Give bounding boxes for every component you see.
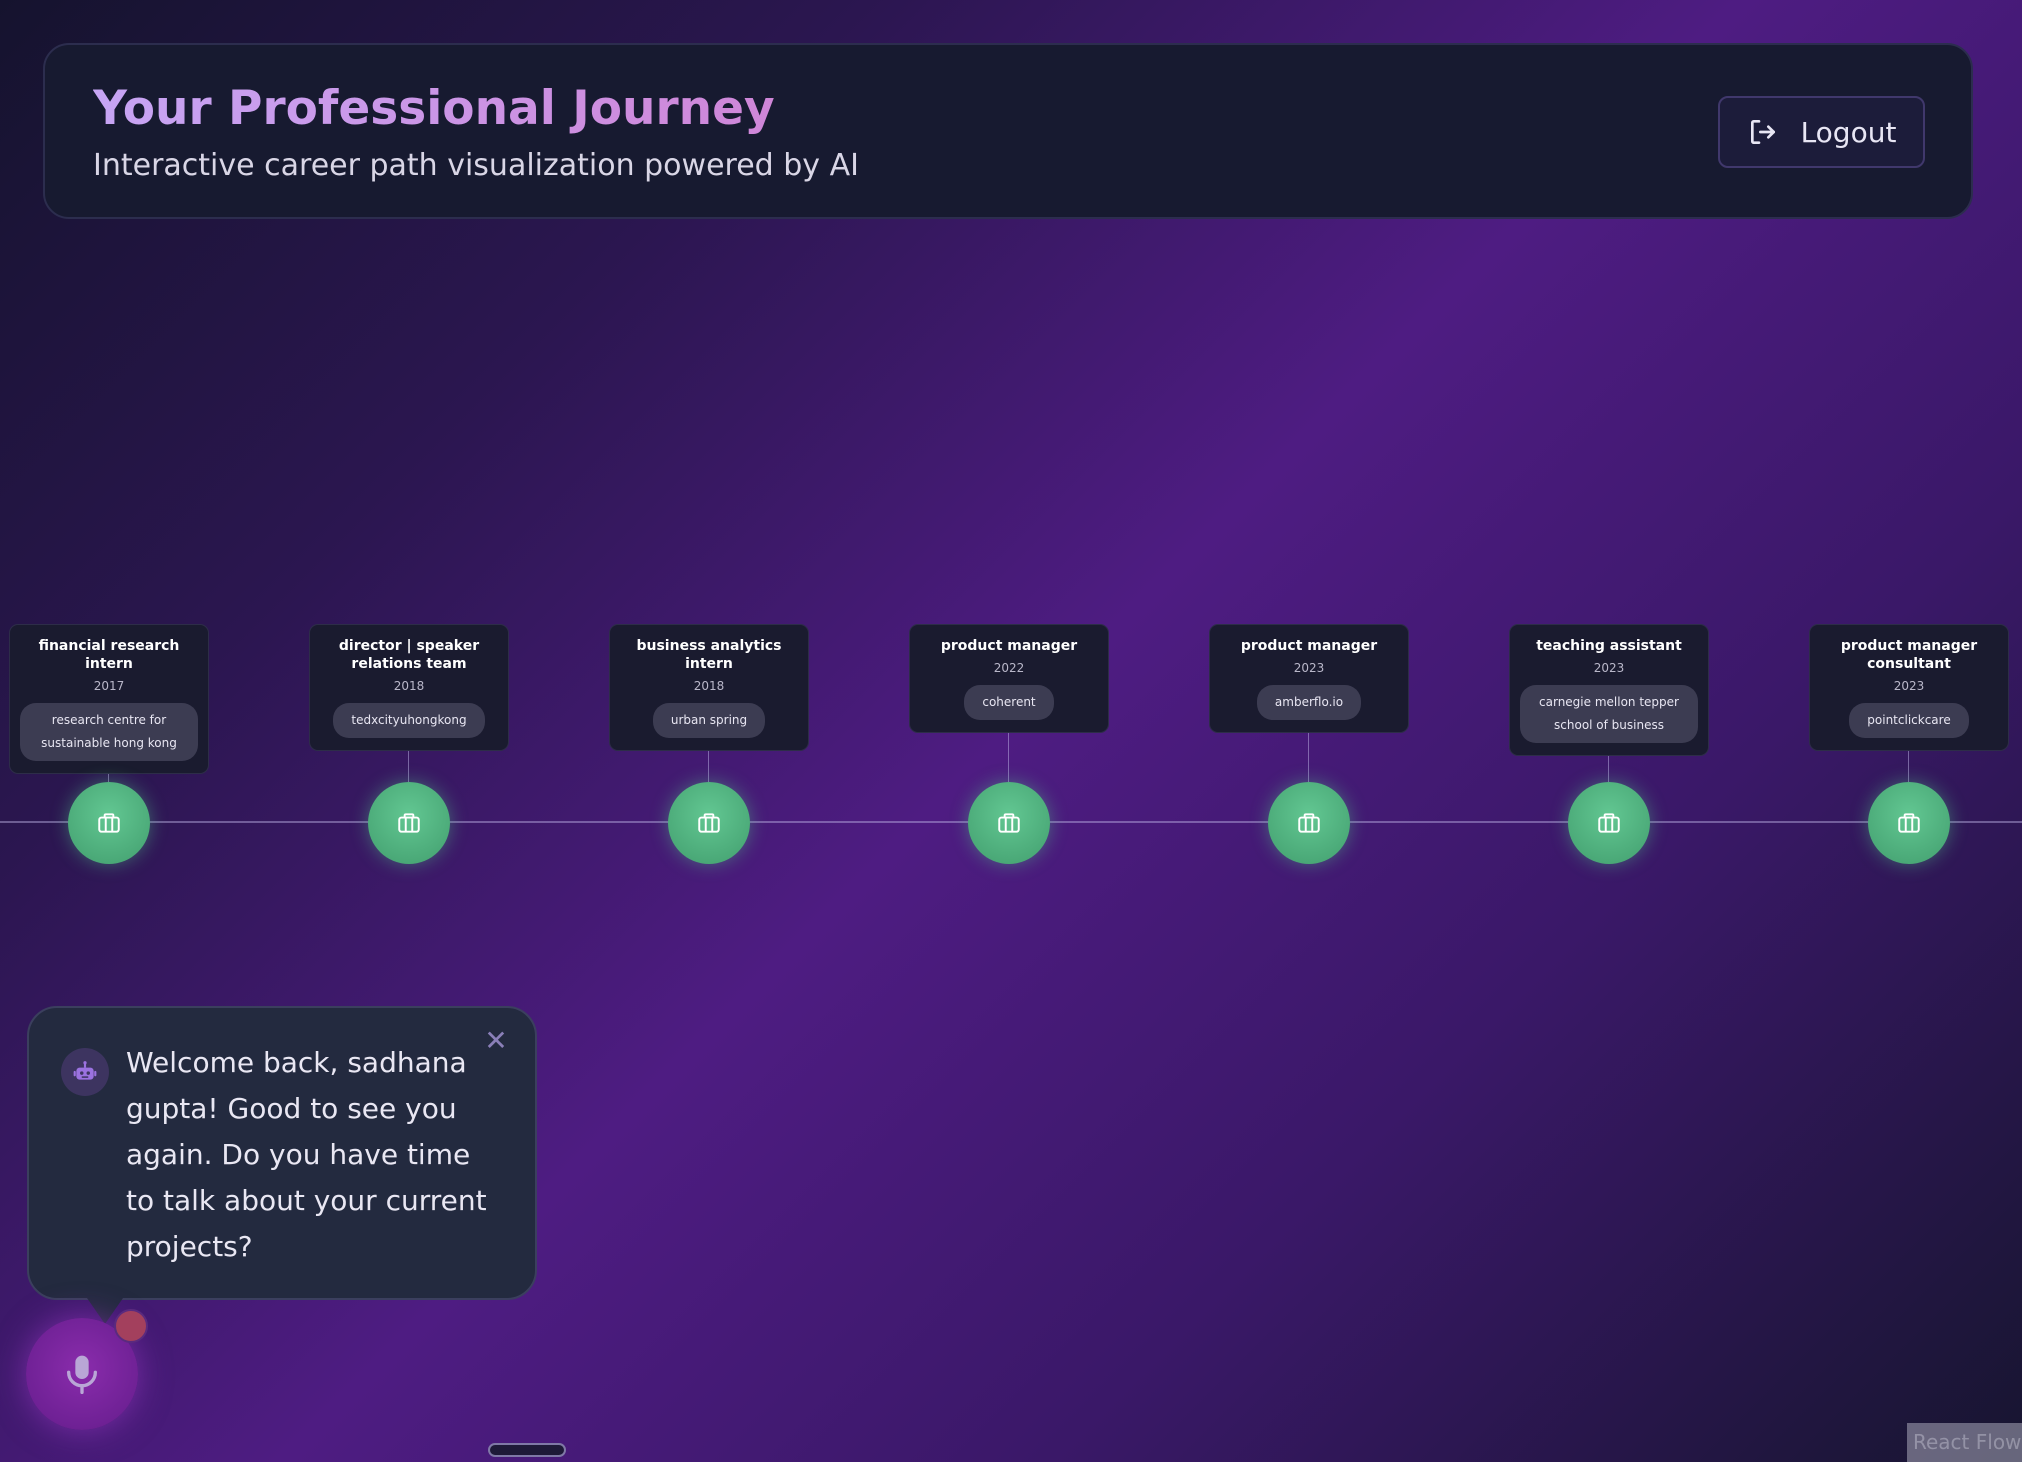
page-subtitle: Interactive career path visualization po… xyxy=(93,148,859,183)
job-year: 2023 xyxy=(1293,661,1325,675)
job-card[interactable]: director | speaker relations team 2018 ted… xyxy=(309,624,509,751)
job-card[interactable]: financial research intern 2017 research ce… xyxy=(9,624,209,774)
briefcase-node-button[interactable] xyxy=(1268,782,1350,864)
job-role: director | speaker relations team xyxy=(338,638,480,672)
assistant-message-bubble: ✕ Welcome back, sadhana gupta! Good to s… xyxy=(27,1006,537,1324)
header-panel: Your Professional Journey Interactive ca… xyxy=(43,43,1973,219)
job-role: business analytics intern xyxy=(636,638,782,672)
job-year: 2018 xyxy=(393,679,425,693)
briefcase-node-button[interactable] xyxy=(668,782,750,864)
company-badge: coherent xyxy=(964,685,1054,720)
briefcase-node-button[interactable] xyxy=(1868,782,1950,864)
briefcase-icon xyxy=(698,813,720,833)
briefcase-icon xyxy=(398,813,420,833)
recording-status-badge xyxy=(114,1309,148,1343)
job-card[interactable]: teaching assistant 2023 carnegie mellon te… xyxy=(1509,624,1709,756)
briefcase-icon xyxy=(1298,813,1320,833)
robot-icon xyxy=(61,1048,109,1096)
job-role: financial research intern xyxy=(38,638,180,672)
logout-label: Logout xyxy=(1800,115,1897,149)
job-role: product manager xyxy=(1240,638,1378,654)
node-connector xyxy=(708,751,709,782)
briefcase-node-button[interactable] xyxy=(968,782,1050,864)
briefcase-icon xyxy=(998,813,1020,833)
timeline-node[interactable]: teaching assistant 2023 carnegie mellon te… xyxy=(1509,624,1709,864)
job-role: product manager xyxy=(940,638,1078,654)
scroll-handle[interactable] xyxy=(488,1443,566,1457)
job-card[interactable]: product manager 2022 coherent xyxy=(909,624,1109,733)
company-badge: tedxcityuhongkong xyxy=(333,703,485,738)
timeline-node[interactable]: product manager consultant 2023 pointclick… xyxy=(1809,624,2009,864)
briefcase-node-button[interactable] xyxy=(1568,782,1650,864)
briefcase-node-button[interactable] xyxy=(68,782,150,864)
company-badge: amberflo.io xyxy=(1256,685,1362,720)
assistant-message-text: Welcome back, sadhana gupta! Good to see… xyxy=(126,1046,487,1263)
company-badge: carnegie mellon tepper school of busines… xyxy=(1520,685,1698,743)
timeline-node[interactable]: business analytics intern 2018 urban sprin… xyxy=(609,624,809,864)
company-badge: research centre for sustainable hong kon… xyxy=(20,703,198,761)
company-badge: pointclickcare xyxy=(1849,703,1969,738)
job-year: 2022 xyxy=(993,661,1025,675)
job-card[interactable]: business analytics intern 2018 urban sprin… xyxy=(609,624,809,751)
node-connector xyxy=(1908,751,1909,782)
job-role: product manager consultant xyxy=(1840,638,1978,672)
react-flow-attribution-link[interactable]: React Flow xyxy=(1907,1423,2022,1462)
timeline-node[interactable]: product manager 2023 amberflo.io xyxy=(1209,624,1409,864)
timeline-node[interactable]: financial research intern 2017 research ce… xyxy=(9,624,209,864)
logout-icon xyxy=(1750,120,1775,144)
logout-button[interactable]: Logout xyxy=(1718,96,1925,168)
job-role: teaching assistant xyxy=(1536,638,1682,654)
node-connector xyxy=(1008,733,1009,782)
job-card[interactable]: product manager 2023 amberflo.io xyxy=(1209,624,1409,733)
timeline-node[interactable]: product manager 2022 coherent xyxy=(909,624,1109,864)
job-year: 2023 xyxy=(1893,679,1925,693)
briefcase-icon xyxy=(98,813,120,833)
briefcase-icon xyxy=(1598,813,1620,833)
page-title: Your Professional Journey xyxy=(93,81,775,136)
node-connector xyxy=(1608,756,1609,782)
briefcase-icon xyxy=(1898,813,1920,833)
briefcase-node-button[interactable] xyxy=(368,782,450,864)
microphone-icon xyxy=(67,1355,98,1394)
job-year: 2017 xyxy=(93,679,125,693)
node-connector xyxy=(108,774,109,782)
company-badge: urban spring xyxy=(652,703,766,738)
job-year: 2018 xyxy=(693,679,725,693)
job-year: 2023 xyxy=(1593,661,1625,675)
timeline-node[interactable]: director | speaker relations team 2018 ted… xyxy=(309,624,509,864)
job-card[interactable]: product manager consultant 2023 pointclick… xyxy=(1809,624,2009,751)
node-connector xyxy=(408,751,409,782)
node-connector xyxy=(1308,733,1309,782)
